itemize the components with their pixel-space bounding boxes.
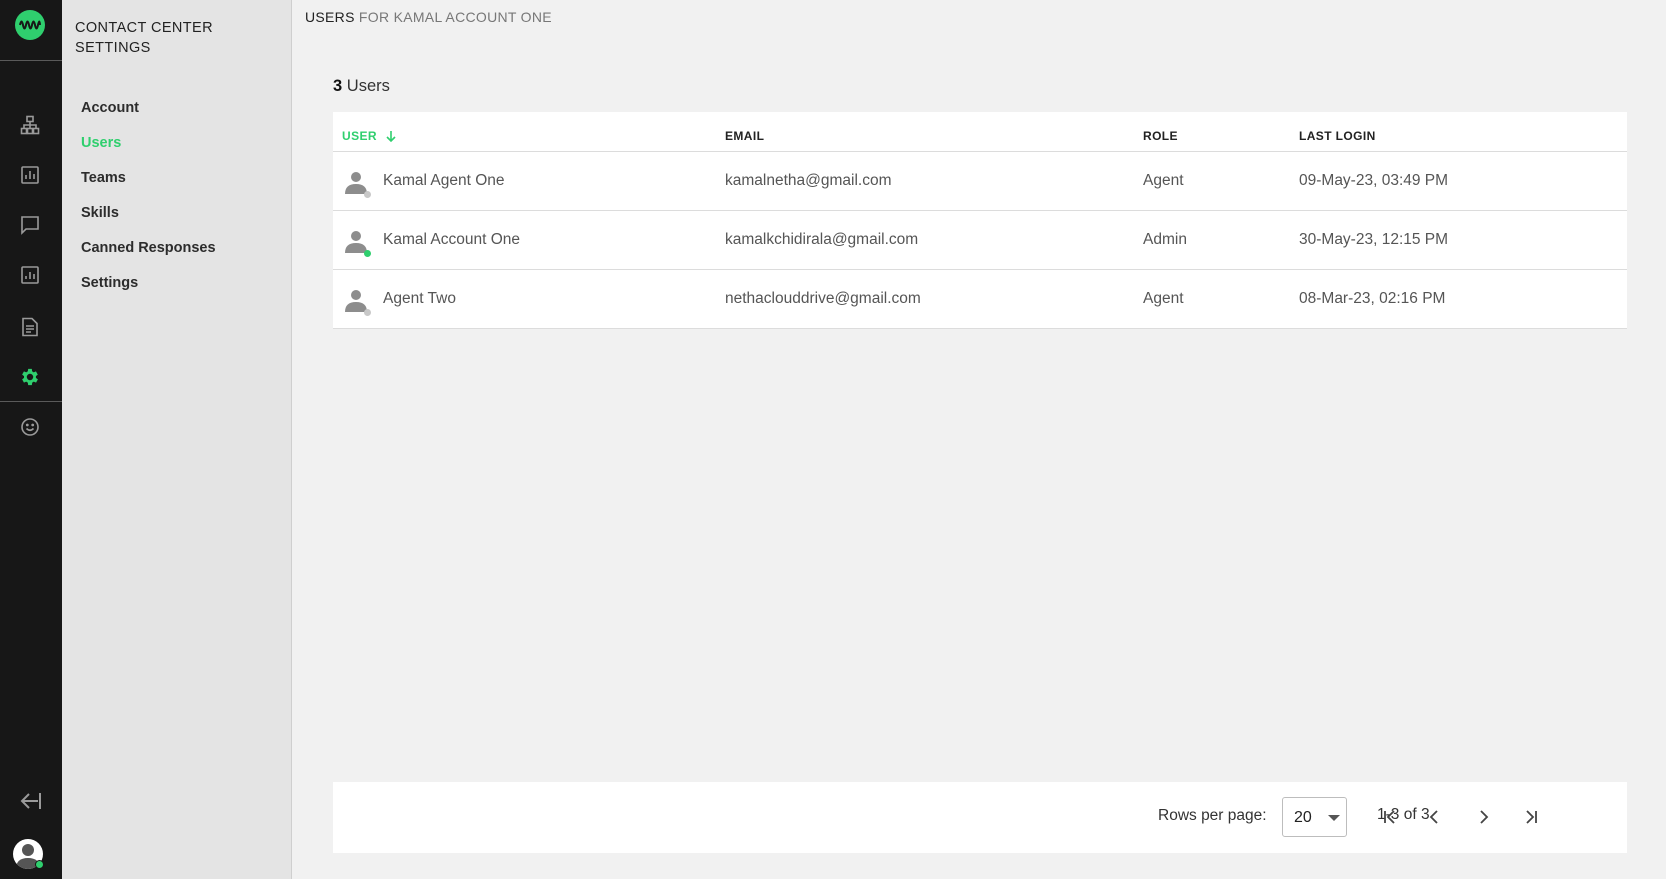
chevron-left-icon <box>1429 810 1438 824</box>
first-page-icon <box>1384 810 1395 824</box>
breadcrumb: USERS FOR KAMAL ACCOUNT ONE <box>305 9 552 25</box>
breadcrumb-context: FOR KAMAL ACCOUNT ONE <box>354 9 552 25</box>
online-status-dot <box>364 250 371 257</box>
chevron-right-icon <box>1480 810 1489 824</box>
user-count-number: 3 <box>333 77 343 95</box>
gear-icon[interactable] <box>15 362 45 392</box>
offline-status-dot <box>364 309 371 316</box>
sidebar-item-teams[interactable]: Teams <box>81 170 126 186</box>
user-count-label: Users <box>342 77 390 95</box>
chat-icon[interactable] <box>15 210 45 240</box>
user-name: Agent Two <box>383 290 456 307</box>
rows-per-page-value: 20 <box>1294 809 1312 826</box>
table-row[interactable]: Agent Two nethaclouddrive@gmail.com Agen… <box>333 270 1627 329</box>
sidebar-item-settings[interactable]: Settings <box>81 275 138 291</box>
document-icon[interactable] <box>15 312 45 342</box>
sidebar-item-users[interactable]: Users <box>81 135 121 151</box>
table-header: USER EMAIL ROLE LAST LOGIN <box>333 112 1627 152</box>
sidebar-item-account[interactable]: Account <box>81 100 139 116</box>
user-email: kamalkchidirala@gmail.com <box>725 231 919 248</box>
next-page-button[interactable] <box>1468 802 1498 832</box>
rail-divider <box>0 60 62 61</box>
main-content: USERS FOR KAMAL ACCOUNT ONE 3 Users USER… <box>292 0 1666 879</box>
pagination-bar: Rows per page: 20 1-3 of 3 <box>333 782 1627 853</box>
user-name: Kamal Account One <box>383 231 520 248</box>
table-row[interactable]: Kamal Agent One kamalnetha@gmail.com Age… <box>333 152 1627 211</box>
last-page-icon <box>1526 810 1537 824</box>
column-header-role[interactable]: ROLE <box>1143 129 1178 143</box>
logo-icon[interactable] <box>15 10 45 40</box>
online-status-dot <box>35 860 44 869</box>
rows-per-page-select[interactable]: 20 <box>1282 797 1347 837</box>
user-last-login: 08-Mar-23, 02:16 PM <box>1299 290 1446 307</box>
user-count: 3 Users <box>333 77 390 96</box>
sort-arrow-down-icon <box>386 131 396 143</box>
icon-rail <box>0 0 62 879</box>
sidebar-title: CONTACT CENTER SETTINGS <box>75 20 213 56</box>
column-header-email[interactable]: EMAIL <box>725 129 764 143</box>
column-header-user-label: USER <box>342 129 377 143</box>
sidebar-item-skills[interactable]: Skills <box>81 205 119 221</box>
user-email: kamalnetha@gmail.com <box>725 172 892 189</box>
user-name: Kamal Agent One <box>383 172 505 189</box>
rail-divider <box>0 401 62 402</box>
smiley-icon[interactable] <box>15 412 45 442</box>
table-row[interactable]: Kamal Account One kamalkchidirala@gmail.… <box>333 211 1627 270</box>
sidebar-item-canned-responses[interactable]: Canned Responses <box>81 240 216 256</box>
user-last-login: 30-May-23, 12:15 PM <box>1299 231 1449 248</box>
previous-page-button[interactable] <box>1420 802 1450 832</box>
user-role: Admin <box>1143 231 1187 248</box>
chevron-down-icon <box>1328 815 1340 821</box>
user-role: Agent <box>1143 172 1184 189</box>
collapse-icon[interactable] <box>15 786 45 816</box>
user-email: nethaclouddrive@gmail.com <box>725 290 921 307</box>
breadcrumb-current: USERS <box>305 9 355 25</box>
reports-icon[interactable] <box>15 260 45 290</box>
first-page-button[interactable] <box>1375 802 1405 832</box>
org-chart-icon[interactable] <box>15 110 45 140</box>
analytics-icon[interactable] <box>15 160 45 190</box>
offline-status-dot <box>364 191 371 198</box>
column-header-last-login[interactable]: LAST LOGIN <box>1299 129 1376 143</box>
last-page-button[interactable] <box>1516 802 1546 832</box>
user-last-login: 09-May-23, 03:49 PM <box>1299 172 1449 189</box>
column-header-user[interactable]: USER <box>342 129 397 143</box>
settings-sidebar: CONTACT CENTER SETTINGS Account Users Te… <box>62 0 292 879</box>
users-table: USER EMAIL ROLE LAST LOGIN Kamal Agent O… <box>333 112 1627 329</box>
user-role: Agent <box>1143 290 1184 307</box>
rows-per-page-label: Rows per page: <box>1158 807 1267 824</box>
